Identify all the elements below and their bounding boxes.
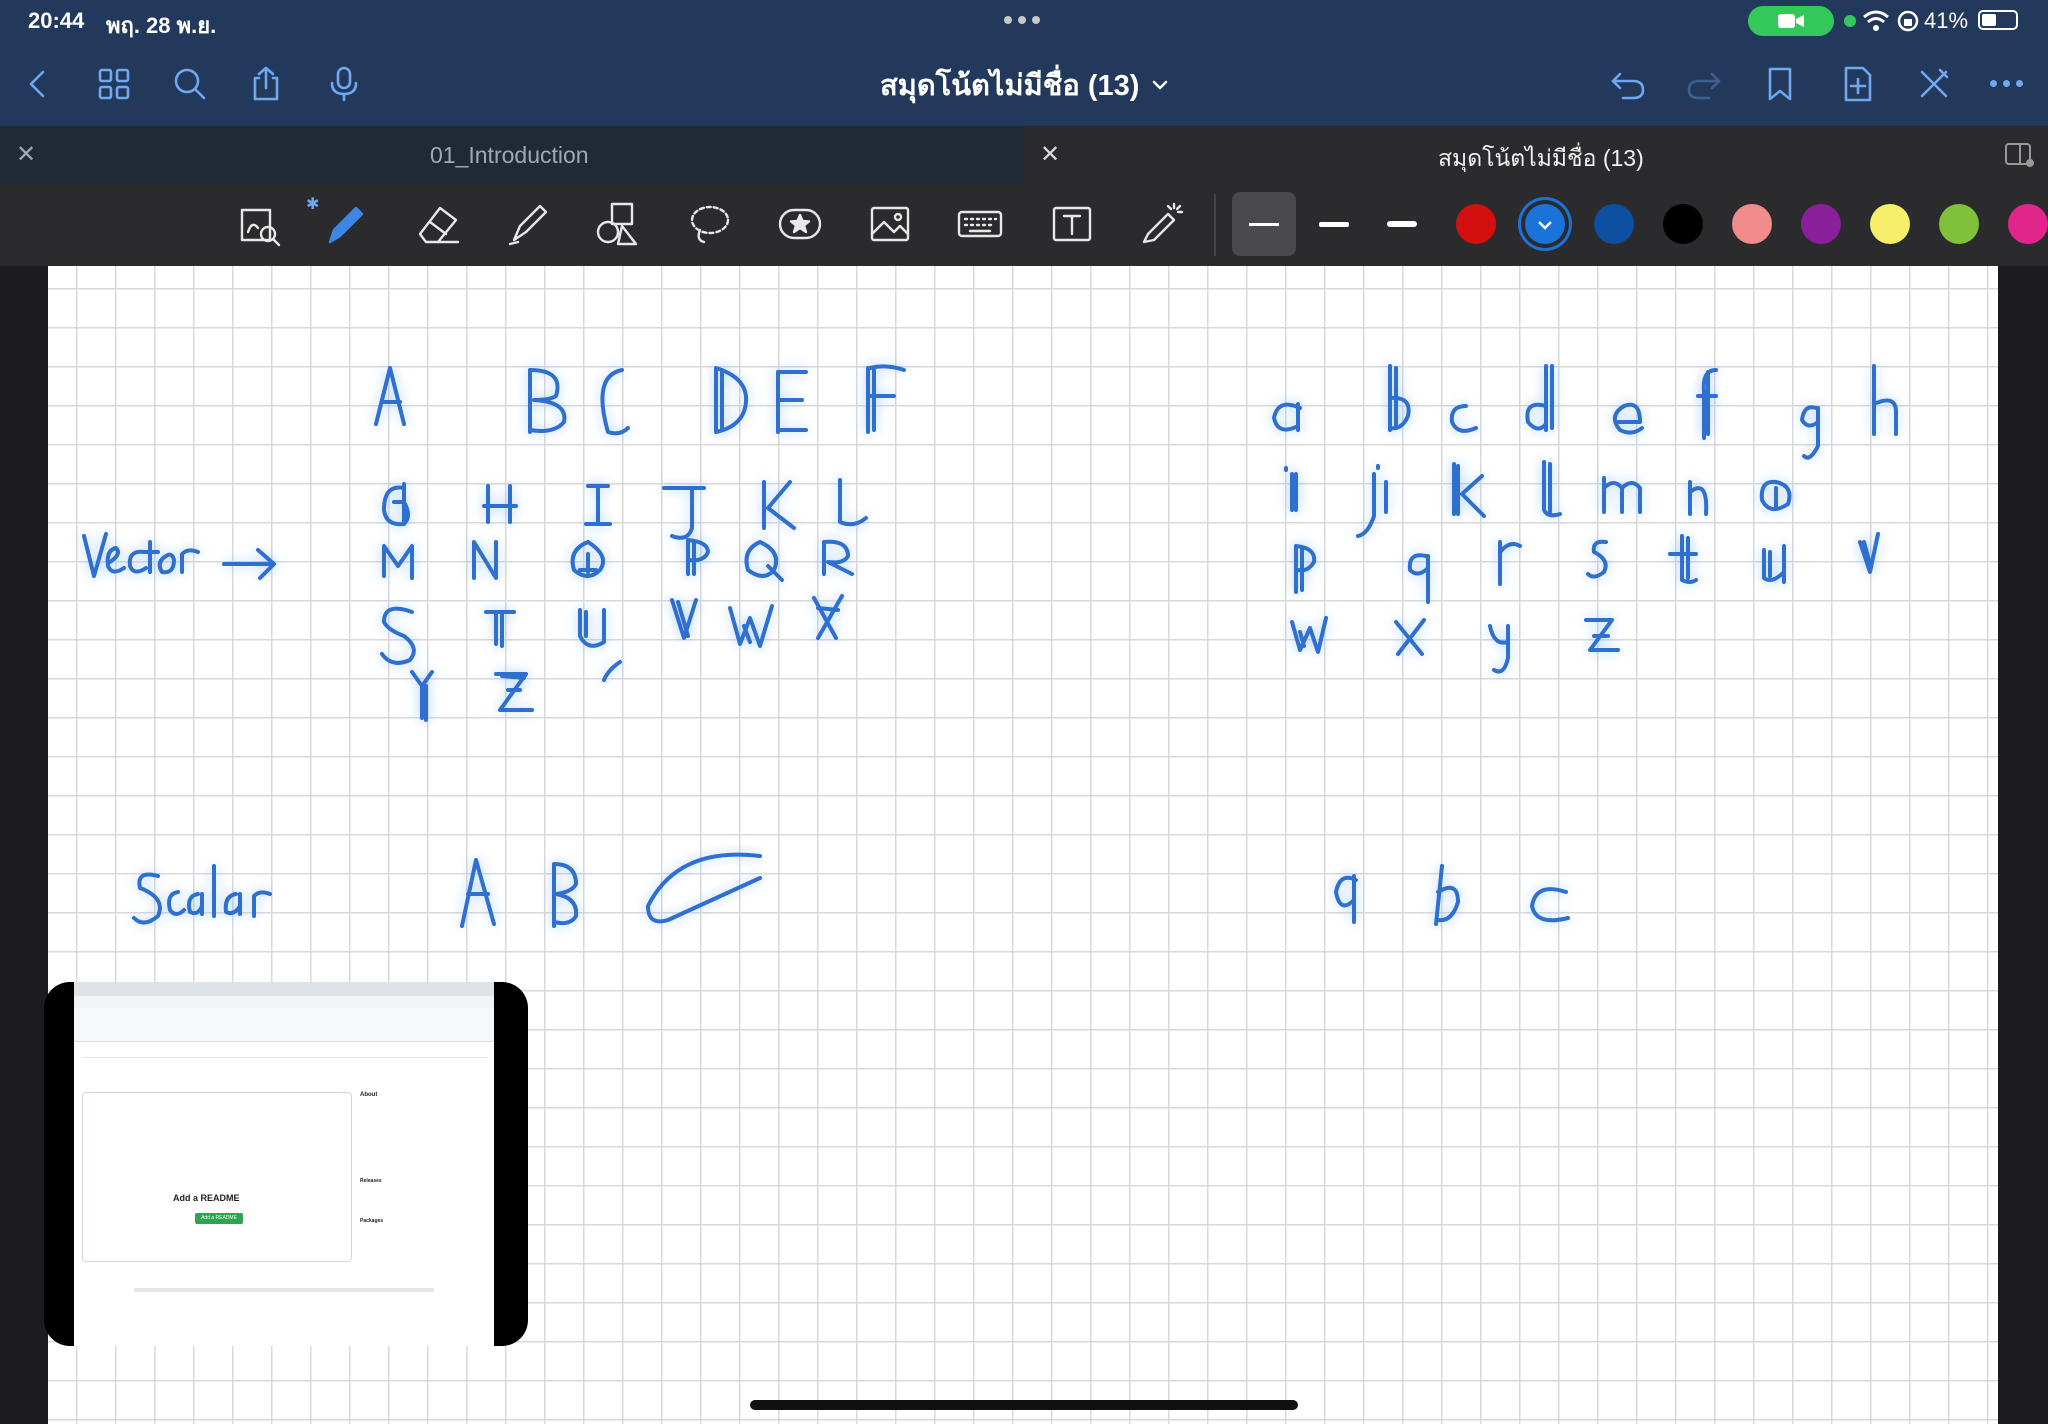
wifi-icon [1863,10,1889,31]
color-swatch[interactable] [1663,204,1703,244]
undo-icon[interactable] [1600,56,1656,112]
notebook-title-dropdown[interactable]: สมุดโน้ตไม่มีชื่อ (13) [880,62,1169,108]
pen-tool-icon[interactable] [310,188,382,260]
color-swatch[interactable] [1939,204,1979,244]
picture-in-picture-video[interactable]: Add a README Add a README About Releases… [44,982,528,1346]
packages-heading: Packages [360,1218,384,1224]
text-tool-icon[interactable] [1036,188,1108,260]
releases-heading: Releases [360,1178,382,1184]
selected-check-icon [1538,221,1552,230]
close-tab-icon[interactable]: ✕ [1040,140,1060,169]
chevron-down-icon [1153,80,1168,90]
split-view-icon[interactable] [2004,142,2034,168]
color-swatch[interactable] [1732,204,1772,244]
navigation-bar: สมุดโน้ตไม่มีชื่อ (13) [0,42,2048,126]
readme-title: Add a README [173,1193,240,1203]
browser-address-bar [74,996,494,1008]
status-date: พฤ. 28 พ.ย. [106,13,217,38]
multitasking-dots-icon[interactable] [1004,16,1040,24]
add-readme-button: Add a README [195,1213,243,1224]
tab-untitled-notebook[interactable]: ✕ สมุดโน้ตไม่มีชื่อ (13) [1024,126,2048,184]
video-screen: Add a README Add a README About Releases… [74,982,494,1346]
battery-icon [1978,10,2018,30]
tab-label: 01_Introduction [430,142,589,168]
about-heading: About [360,1092,378,1098]
search-icon[interactable] [162,56,218,112]
stroke-medium-button[interactable] [1302,192,1366,256]
color-palette [1456,204,2048,244]
laser-pointer-icon[interactable] [1126,188,1198,260]
lasso-tool-icon[interactable] [674,188,746,260]
home-indicator[interactable] [750,1400,1298,1410]
close-tab-icon[interactable]: ✕ [16,140,36,169]
toolbar-divider [1214,194,1216,256]
color-swatch[interactable] [2008,204,2048,244]
eraser-tool-icon[interactable] [402,188,474,260]
drawing-toolbar: ✱ [0,184,2048,266]
mic-indicator-icon [1844,15,1856,27]
repo-header [74,1008,494,1042]
shapes-tool-icon[interactable] [582,188,654,260]
page-title: สมุดโน้ตไม่มีชื่อ (13) [880,70,1140,102]
status-time: 20:44 [28,8,85,33]
stroke-thin-button[interactable] [1232,192,1296,256]
back-icon[interactable] [10,56,66,112]
highlighter-tool-icon[interactable] [492,188,564,260]
sticker-tool-icon[interactable] [764,188,836,260]
stroke-thick-button[interactable] [1370,192,1434,256]
keyboard-tool-icon[interactable] [944,188,1016,260]
color-swatch[interactable] [1801,204,1841,244]
document-tab-bar: ✕ 01_Introduction ✕ สมุดโน้ตไม่มีชื่อ (1… [0,126,2048,184]
status-bar: 20:44 พฤ. 28 พ.ย. 41% [0,0,2048,42]
image-tool-icon[interactable] [854,188,926,260]
share-icon[interactable] [238,56,294,112]
color-swatch[interactable] [1870,204,1910,244]
file-list-box: Add a README Add a README [82,1092,352,1262]
camera-icon [1748,6,1834,36]
color-swatch[interactable] [1456,204,1496,244]
more-icon[interactable] [1990,80,2023,87]
footer-links [134,1288,434,1292]
redo-icon[interactable] [1676,56,1732,112]
add-page-icon[interactable] [1830,56,1886,112]
grid-icon[interactable] [86,56,142,112]
tab-label: สมุดโน้ตไม่มีชื่อ (13) [1438,145,1644,171]
browser-tabs [74,982,494,996]
repo-title-row [82,1050,488,1058]
close-tools-icon[interactable] [1906,56,1962,112]
rotation-lock-icon [1897,10,1919,32]
sidebar: About Releases Packages [360,1092,490,1224]
tab-introduction[interactable]: ✕ 01_Introduction [0,126,1022,184]
microphone-icon[interactable] [316,56,372,112]
color-swatch[interactable] [1525,204,1565,244]
bookmark-icon[interactable] [1752,56,1808,112]
color-swatch[interactable] [1594,204,1634,244]
battery-percent: 41% [1924,8,1969,33]
zoom-tool-icon[interactable] [224,188,296,260]
